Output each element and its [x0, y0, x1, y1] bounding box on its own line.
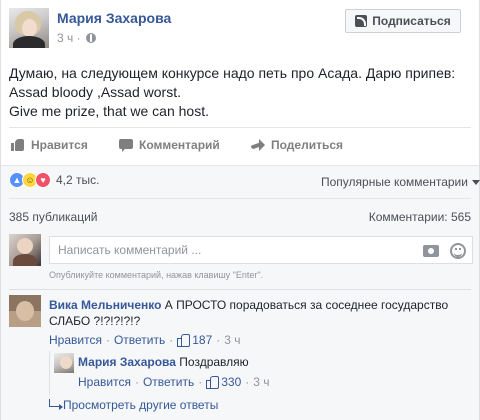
comment-label: Комментарий [139, 138, 220, 152]
reactions-summary[interactable]: ▲ ☺ ♥ 4,2 тыс. [9, 172, 99, 188]
chevron-down-icon [471, 180, 480, 185]
post-meta: 3 ч · [57, 31, 96, 45]
comments-count[interactable]: Комментарии: 565 [369, 210, 471, 224]
thumbs-up-icon [11, 138, 25, 152]
love-icon: ♥ [35, 172, 51, 188]
post-time[interactable]: 3 ч [57, 31, 73, 45]
post-author[interactable]: Мария Захарова [57, 10, 171, 26]
globe-icon[interactable] [85, 33, 96, 43]
reply-reply-link[interactable]: Ответить [143, 375, 194, 389]
shares-count[interactable]: 385 публикаций [9, 210, 98, 224]
rss-icon [355, 15, 368, 27]
comment-like-count[interactable]: 187 [192, 333, 212, 347]
post-text-line: Give me prize, that we can host. [9, 103, 209, 119]
comment-author[interactable]: Вика Мельниченко [49, 298, 161, 312]
reply-like-count[interactable]: 330 [221, 375, 241, 389]
comment-composer[interactable] [49, 236, 473, 264]
post-text-line: Думаю, на следующем конкурсе надо петь п… [9, 65, 456, 81]
reactions-count: 4,2 тыс. [56, 173, 100, 187]
view-more-replies-link[interactable]: Просмотреть другие ответы [49, 398, 218, 412]
post-text: Думаю, на следующем конкурсе надо петь п… [9, 64, 473, 121]
view-more-replies-label: Просмотреть другие ответы [63, 398, 219, 412]
comment-button[interactable]: Комментарий [119, 136, 220, 154]
reply-text: Поздравляю [179, 355, 249, 369]
comment-time[interactable]: 3 ч [224, 333, 240, 347]
subscribe-label: Подписаться [372, 14, 451, 28]
divider [9, 198, 471, 199]
comment-actions: Нравится · Ответить · 187 · 3 ч [49, 333, 241, 347]
like-label: Нравится [31, 138, 88, 152]
thumbs-up-icon [177, 334, 191, 347]
camera-icon[interactable] [423, 245, 439, 257]
like-button[interactable]: Нравится [11, 136, 88, 154]
comment-sort-dropdown[interactable]: Популярные комментарии [321, 175, 480, 189]
emoji-icon[interactable] [450, 243, 466, 259]
post-text-line: Assad bloody ,Assad worst. [9, 84, 181, 100]
reply-time[interactable]: 3 ч [253, 375, 269, 389]
current-user-avatar [9, 234, 41, 266]
comment-like-link[interactable]: Нравится [49, 333, 102, 347]
share-icon [251, 138, 265, 152]
share-button[interactable]: Поделиться [251, 136, 343, 154]
divider [9, 289, 471, 290]
composer-hint: Опубликуйте комментарий, нажав клавишу "… [49, 270, 264, 280]
reply-thread-line [49, 351, 50, 395]
divider [9, 127, 471, 128]
author-avatar[interactable] [9, 8, 49, 48]
reply-arrow-icon [49, 399, 63, 410]
comment-body: Вика Мельниченко А ПРОСТО порадоваться з… [49, 297, 469, 329]
sort-label: Популярные комментарии [321, 175, 468, 189]
reply-like-link[interactable]: Нравится [78, 375, 131, 389]
reply-body: Мария Захарова Поздравляю [78, 355, 249, 369]
comment-icon [119, 138, 133, 152]
reply-author[interactable]: Мария Захарова [78, 355, 176, 369]
comment-reply-link[interactable]: Ответить [114, 333, 165, 347]
subscribe-button[interactable]: Подписаться [345, 9, 461, 33]
commenter-avatar[interactable] [9, 295, 41, 327]
reply-avatar[interactable] [54, 353, 74, 373]
thumbs-up-icon [206, 376, 220, 389]
post-card: Мария Захарова 3 ч · Подписаться Думаю, … [0, 0, 480, 420]
reply-actions: Нравится · Ответить · 330 · 3 ч [78, 375, 270, 389]
comment-input[interactable] [58, 242, 398, 258]
share-label: Поделиться [271, 138, 344, 152]
